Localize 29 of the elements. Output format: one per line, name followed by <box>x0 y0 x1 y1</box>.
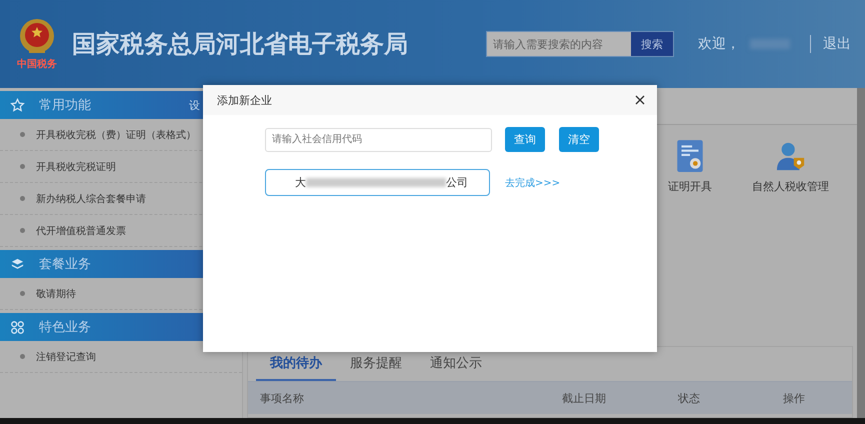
tab[interactable]: 通知公示 <box>416 347 496 381</box>
grid-icon <box>10 320 25 334</box>
credit-code-field[interactable]: 请输入社会信用代码 <box>265 128 492 152</box>
emblem-caption: 中国税务 <box>17 58 57 71</box>
column-header: 操作 <box>782 390 806 406</box>
site-title: 国家税务总局河北省电子税务局 <box>72 29 408 60</box>
column-header: 状态 <box>677 390 701 406</box>
dialog-button[interactable]: 查询 <box>505 127 545 152</box>
layers-icon <box>10 256 25 272</box>
tab[interactable]: 服务提醒 <box>336 347 416 381</box>
logout-link[interactable]: 退出 <box>810 35 851 53</box>
settings-link[interactable]: 设 <box>189 98 200 112</box>
company-result[interactable]: 大 公司 <box>265 169 490 196</box>
column-header: 截止日期 <box>561 390 607 406</box>
company-name-end: 公司 <box>446 175 468 190</box>
blurred-username <box>750 39 790 49</box>
column-header: 事项名称 <box>260 390 305 406</box>
section-title: 特色业务 <box>39 319 91 336</box>
shortcut-item[interactable]: 证明开具 <box>668 139 712 194</box>
shortcut-item[interactable]: 自然人税收管理 <box>752 139 829 194</box>
company-name-start: 大 <box>295 175 306 190</box>
section-title: 常用功能 <box>39 97 91 114</box>
complete-link[interactable]: 去完成>>> <box>505 176 560 190</box>
certificate-icon <box>675 139 705 173</box>
section-title: 套餐业务 <box>39 256 91 273</box>
star-icon <box>10 98 25 112</box>
dialog-button[interactable]: 清空 <box>559 127 599 152</box>
close-icon[interactable] <box>635 95 645 105</box>
welcome-text: 欢迎， <box>698 35 740 53</box>
